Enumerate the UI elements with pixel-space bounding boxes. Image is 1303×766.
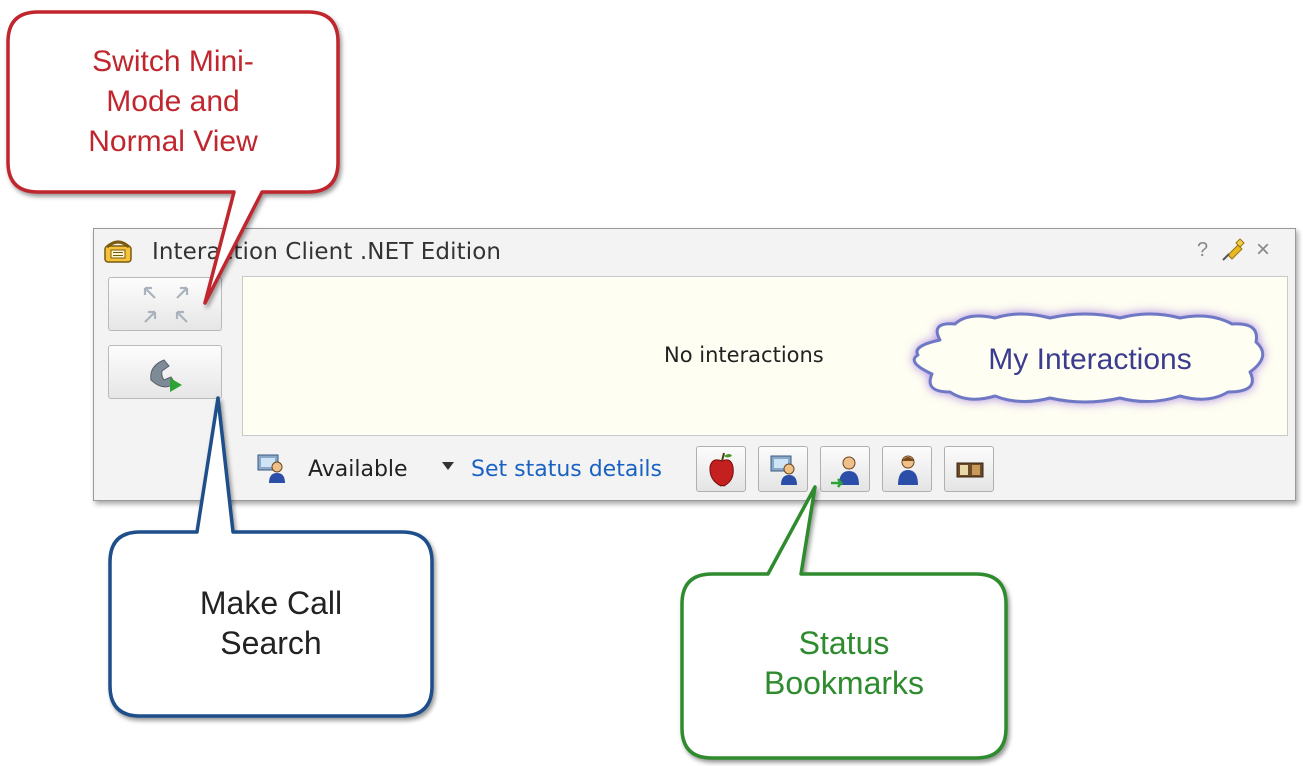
mode-switch-button[interactable] — [108, 277, 222, 331]
phone-play-icon — [150, 359, 182, 392]
available-agent-icon[interactable] — [256, 452, 288, 484]
close-icon[interactable]: × — [1256, 236, 1270, 264]
agent-at-desk-icon — [770, 455, 797, 485]
apple-icon — [709, 452, 734, 487]
status-bookmark-5[interactable] — [944, 446, 994, 492]
make-call-button[interactable] — [108, 345, 222, 399]
chevron-down-icon[interactable] — [442, 462, 454, 470]
callout-line: Switch Mini- — [92, 45, 254, 78]
window-title: Interaction Client .NET Edition — [152, 239, 502, 265]
mode-switch-callout-text: Switch Mini- Mode and Normal View — [8, 42, 338, 162]
make-call-callout-text: Make Call Search — [110, 583, 432, 663]
telephone-icon — [104, 240, 132, 263]
set-status-details-link[interactable]: Set status details — [471, 457, 662, 482]
status-bar: Available Set status details — [242, 444, 1288, 494]
expand-collapse-arrows-icon — [143, 286, 189, 323]
status-bookmark-1[interactable] — [696, 446, 746, 492]
status-bookmark-2[interactable] — [758, 446, 808, 492]
agent-away-icon — [831, 456, 859, 488]
agent-icon — [898, 455, 918, 485]
title-bar: Interaction Client .NET Edition ? × — [94, 229, 1295, 269]
no-interactions-text: No interactions — [664, 343, 824, 367]
pin-icon[interactable] — [1220, 237, 1246, 263]
callout-line: Normal View — [88, 125, 258, 158]
callout-line: Search — [220, 625, 322, 661]
status-bookmarks-callout-text: Status Bookmarks — [682, 623, 1006, 703]
status-selector[interactable]: Available — [308, 457, 408, 482]
callout-line: Bookmarks — [763, 665, 925, 701]
status-bookmark-4[interactable] — [882, 446, 932, 492]
callout-line: Status — [798, 625, 890, 661]
help-icon[interactable]: ? — [1197, 239, 1208, 262]
my-interactions-callout-text: My Interactions — [988, 343, 1192, 376]
callout-line: Mode and — [106, 85, 240, 118]
door-icon — [956, 462, 984, 478]
callout-line: Make Call — [199, 585, 343, 621]
status-bookmark-3[interactable] — [820, 446, 870, 492]
